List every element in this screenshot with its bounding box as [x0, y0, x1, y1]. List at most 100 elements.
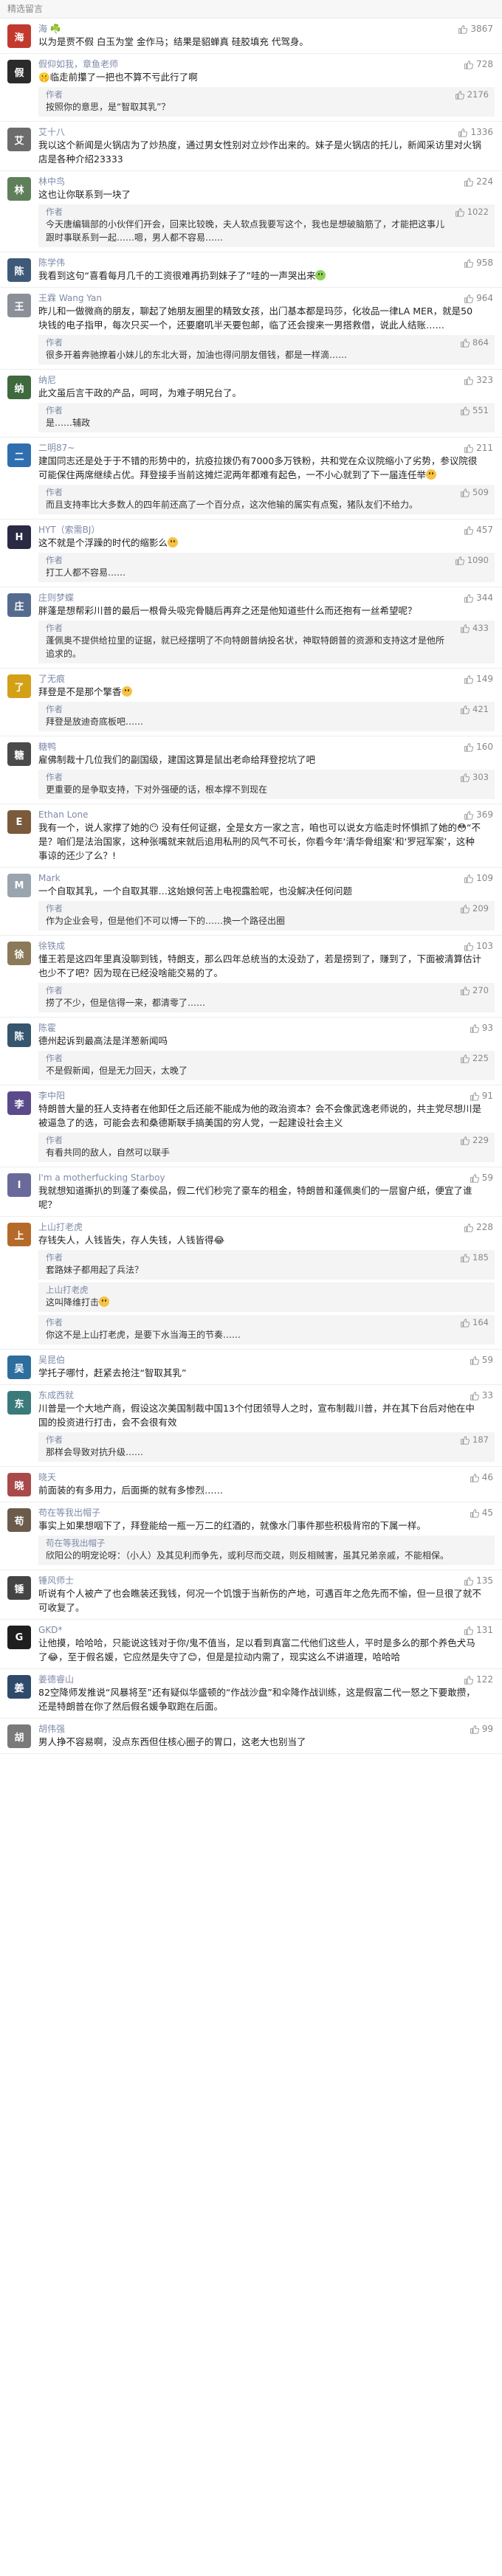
reply-like-button[interactable]: 864: [460, 337, 489, 348]
avatar[interactable]: 东: [7, 1391, 31, 1415]
avatar[interactable]: E: [7, 810, 31, 834]
reply-like-count: 229: [472, 1135, 489, 1145]
like-button[interactable]: 224: [464, 176, 493, 187]
commenter-name: 林中鸟: [38, 176, 66, 187]
thumb-up-icon: [461, 904, 470, 914]
avatar[interactable]: 锤: [7, 1576, 31, 1600]
like-button[interactable]: 59: [470, 1173, 493, 1183]
author-reply: 作者 按照你的意思，是“智取其乳”？ 2176: [38, 87, 495, 117]
commenter-name: Mark: [38, 873, 61, 883]
emoji-icon: [426, 469, 437, 480]
thumb-up-icon: [464, 1576, 474, 1586]
like-button[interactable]: 211: [464, 443, 493, 453]
reply-text: 很多开着奔驰撩着小妹儿的东北大哥，加油也得问朋友借钱，都是一样滴……: [46, 350, 348, 360]
like-button[interactable]: 964: [464, 293, 493, 303]
avatar[interactable]: 糖: [7, 742, 31, 766]
avatar-initial: 王: [14, 301, 24, 313]
reply-like-button[interactable]: 185: [460, 1252, 489, 1263]
avatar[interactable]: 海: [7, 24, 31, 48]
like-button[interactable]: 228: [464, 1222, 493, 1232]
like-button[interactable]: 45: [470, 1508, 493, 1518]
avatar[interactable]: 陈: [7, 1023, 31, 1047]
author-reply: 作者 很多开着奔驰撩着小妹儿的东北大哥，加油也得问朋友借钱，都是一样滴…… 864: [38, 335, 495, 365]
reply-like-button[interactable]: 225: [460, 1053, 489, 1063]
like-button[interactable]: 369: [464, 809, 493, 820]
reply-like-button[interactable]: 187: [460, 1434, 489, 1445]
like-count: 122: [476, 1674, 493, 1685]
reply-author-label: 作者: [46, 623, 63, 633]
like-count: 964: [476, 293, 493, 303]
reply-like-button[interactable]: 1022: [455, 207, 489, 217]
reply-like-button[interactable]: 1090: [455, 555, 489, 565]
reply-like-button[interactable]: 209: [460, 903, 489, 914]
avatar[interactable]: 林: [7, 177, 31, 201]
avatar[interactable]: 胡: [7, 1724, 31, 1748]
like-button[interactable]: 323: [464, 375, 493, 385]
reply-like-button[interactable]: 2176: [455, 89, 489, 100]
avatar[interactable]: 纳: [7, 376, 31, 399]
like-button[interactable]: 344: [464, 593, 493, 603]
author-reply: 作者 作为企业会号，但是他们不可以博一下的……换一个路径出圈 209: [38, 901, 495, 930]
avatar[interactable]: 假: [7, 60, 31, 83]
avatar[interactable]: 苟: [7, 1508, 31, 1532]
like-button[interactable]: 3867: [458, 24, 493, 34]
avatar[interactable]: I: [7, 1173, 31, 1197]
thumb-up-icon: [464, 942, 474, 951]
like-button[interactable]: 59: [470, 1355, 493, 1365]
like-button[interactable]: 160: [464, 742, 493, 752]
comment-text: 德州起诉到最高法是洋葱新闻吗: [38, 1035, 168, 1046]
author-reply: 作者 那样会导致对抗升级…… 187: [38, 1432, 495, 1462]
like-button[interactable]: 46: [470, 1472, 493, 1482]
reply-like-button[interactable]: 303: [460, 772, 489, 782]
avatar[interactable]: 李: [7, 1091, 31, 1115]
like-count: 99: [481, 1724, 493, 1734]
avatar[interactable]: 晓: [7, 1473, 31, 1496]
reply-like-button[interactable]: 509: [460, 487, 489, 497]
avatar[interactable]: 二: [7, 443, 31, 467]
like-button[interactable]: 109: [464, 873, 493, 883]
avatar[interactable]: M: [7, 874, 31, 897]
avatar[interactable]: 陈: [7, 258, 31, 282]
thumb-up-icon: [461, 624, 470, 633]
avatar[interactable]: G: [7, 1626, 31, 1649]
like-button[interactable]: 122: [464, 1674, 493, 1685]
avatar[interactable]: 王: [7, 294, 31, 317]
reply-like-button[interactable]: 551: [460, 405, 489, 415]
like-button[interactable]: 149: [464, 674, 493, 684]
avatar[interactable]: 吴: [7, 1356, 31, 1379]
thumb-up-icon: [461, 1253, 470, 1263]
like-button[interactable]: 457: [464, 525, 493, 535]
like-button[interactable]: 1336: [458, 127, 493, 137]
comment-item: 锤 锤风师士 135 听说有个人被产了也会瞧装还我钱，何况一个饥饿于当新伤的产地，可遇…: [0, 1570, 502, 1620]
comment-item: M Mark 109 一个自取其乳，一个自取其罪…这始娘何苦上电视露脸呢，也没解决任何…: [0, 868, 502, 936]
like-button[interactable]: 93: [470, 1023, 493, 1033]
like-button[interactable]: 33: [470, 1390, 493, 1401]
avatar[interactable]: 庄: [7, 593, 31, 617]
reply-author-label: 作者: [46, 405, 63, 415]
comment-text: 川普是一个大地产商，假设这次美国制裁中国13个付团领导人之时，宣布制裁川普，并在…: [38, 1403, 475, 1428]
reply-like-button[interactable]: 433: [460, 623, 489, 633]
reply-like-button[interactable]: 270: [460, 985, 489, 995]
avatar[interactable]: 上: [7, 1223, 31, 1246]
like-button[interactable]: 728: [464, 59, 493, 69]
like-button[interactable]: 958: [464, 258, 493, 268]
reply-like-button[interactable]: 421: [460, 704, 489, 714]
reply-like-button[interactable]: 229: [460, 1135, 489, 1145]
comment-item: 庄 庄则梦蝶 344 胖蓬是想帮彩川普的最后一根骨头吸完骨髓后再弃之还是他知道些什么而…: [0, 587, 502, 669]
avatar[interactable]: 徐: [7, 942, 31, 965]
avatar[interactable]: 姜: [7, 1675, 31, 1699]
like-button[interactable]: 131: [464, 1625, 493, 1635]
like-button[interactable]: 135: [464, 1575, 493, 1586]
like-button[interactable]: 103: [464, 941, 493, 951]
thumb-up-icon: [470, 1724, 479, 1734]
reply-like-button[interactable]: 164: [460, 1317, 489, 1327]
avatar[interactable]: 艾: [7, 128, 31, 151]
thumb-up-icon: [470, 1508, 479, 1518]
like-button[interactable]: 91: [470, 1091, 493, 1101]
comment-item: 吴 吴昆伯 59 学托子哪忖，赶紧去抢注“智取其乳”: [0, 1350, 502, 1385]
comment-text: 特朗普大量的狂人支持者在他卸任之后还能不能成为他的政治资本？会不会像武逸老师说的…: [38, 1103, 482, 1128]
like-button[interactable]: 99: [470, 1724, 493, 1734]
avatar[interactable]: H: [7, 525, 31, 549]
reply-text: 而且支持率比大多数人的四年前还高了一个百分点，这次他输的属实有点冤，猪队友们不给…: [46, 500, 419, 510]
avatar[interactable]: 了: [7, 674, 31, 698]
